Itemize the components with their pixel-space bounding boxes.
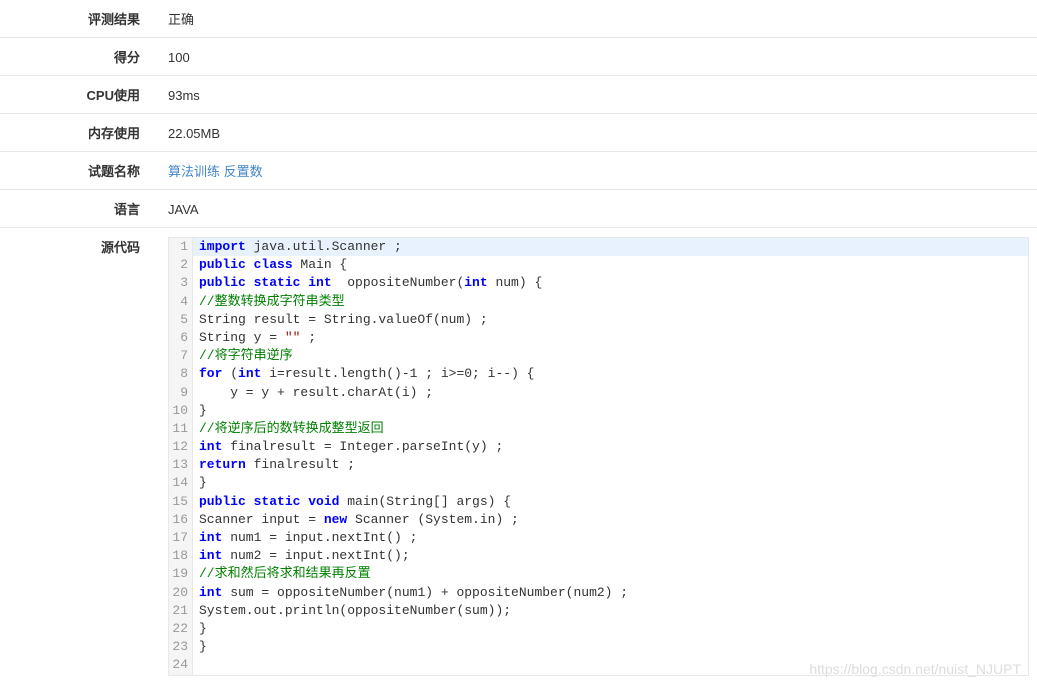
line-content: //求和然后将求和结果再反置 [193,565,1028,583]
line-content: public static int oppositeNumber(int num… [193,274,1028,292]
line-content: } [193,474,1028,492]
code-line: 15public static void main(String[] args)… [169,493,1028,511]
line-number: 1 [169,238,193,256]
line-number: 14 [169,474,193,492]
code-line: 18int num2 = input.nextInt(); [169,547,1028,565]
line-content: public class Main { [193,256,1028,274]
line-number: 17 [169,529,193,547]
code-line: 13return finalresult ; [169,456,1028,474]
score-label: 得分 [0,47,160,66]
line-number: 3 [169,274,193,292]
code-line: 19//求和然后将求和结果再反置 [169,565,1028,583]
line-number: 5 [169,311,193,329]
line-content: //将逆序后的数转换成整型返回 [193,420,1028,438]
line-number: 11 [169,420,193,438]
line-number: 2 [169,256,193,274]
line-content: int num1 = input.nextInt() ; [193,529,1028,547]
memory-row: 内存使用 22.05MB [0,114,1037,152]
line-content: int sum = oppositeNumber(num1) + opposit… [193,584,1028,602]
score-value: 100 [160,50,1037,65]
code-line: 2public class Main { [169,256,1028,274]
code-line: 6String y = "" ; [169,329,1028,347]
code-line: 16Scanner input = new Scanner (System.in… [169,511,1028,529]
line-number: 10 [169,402,193,420]
code-line: 8for (int i=result.length()-1 ; i>=0; i-… [169,365,1028,383]
source-row: 源代码 1import java.util.Scanner ;2public c… [0,228,1037,685]
code-line: 22} [169,620,1028,638]
line-content: int finalresult = Integer.parseInt(y) ; [193,438,1028,456]
code-line: 17int num1 = input.nextInt() ; [169,529,1028,547]
line-content: for (int i=result.length()-1 ; i>=0; i--… [193,365,1028,383]
line-number: 18 [169,547,193,565]
code-line: 10} [169,402,1028,420]
line-content: Scanner input = new Scanner (System.in) … [193,511,1028,529]
line-content: } [193,620,1028,638]
line-content: } [193,638,1028,656]
result-value: 正确 [160,9,1037,28]
code-line: 5String result = String.valueOf(num) ; [169,311,1028,329]
code-line: 20int sum = oppositeNumber(num1) + oppos… [169,584,1028,602]
code-line: 23} [169,638,1028,656]
code-line: 14} [169,474,1028,492]
line-number: 15 [169,493,193,511]
line-number: 20 [169,584,193,602]
line-content: //整数转换成字符串类型 [193,293,1028,311]
problem-link[interactable]: 算法训练 反置数 [160,161,1037,180]
line-number: 19 [169,565,193,583]
line-number: 4 [169,293,193,311]
line-number: 12 [169,438,193,456]
line-content: y = y + result.charAt(i) ; [193,384,1028,402]
cpu-row: CPU使用 93ms [0,76,1037,114]
code-line: 21System.out.println(oppositeNumber(sum)… [169,602,1028,620]
code-line: 7//将字符串逆序 [169,347,1028,365]
language-label: 语言 [0,199,160,218]
line-number: 24 [169,656,193,674]
code-line: 3public static int oppositeNumber(int nu… [169,274,1028,292]
line-content: String result = String.valueOf(num) ; [193,311,1028,329]
language-row: 语言 JAVA [0,190,1037,228]
line-number: 23 [169,638,193,656]
line-number: 9 [169,384,193,402]
code-line: 4//整数转换成字符串类型 [169,293,1028,311]
line-number: 22 [169,620,193,638]
line-content: //将字符串逆序 [193,347,1028,365]
watermark: https://blog.csdn.net/nuist_NJUPT [809,661,1021,677]
memory-label: 内存使用 [0,123,160,142]
line-number: 6 [169,329,193,347]
line-content: return finalresult ; [193,456,1028,474]
line-number: 8 [169,365,193,383]
cpu-value: 93ms [160,88,1037,103]
source-label: 源代码 [0,237,160,256]
problem-row: 试题名称 算法训练 反置数 [0,152,1037,190]
line-number: 7 [169,347,193,365]
line-content: public static void main(String[] args) { [193,493,1028,511]
line-number: 21 [169,602,193,620]
line-content: System.out.println(oppositeNumber(sum)); [193,602,1028,620]
code-line: 1import java.util.Scanner ; [169,238,1028,256]
line-content: int num2 = input.nextInt(); [193,547,1028,565]
score-row: 得分 100 [0,38,1037,76]
code-block[interactable]: 1import java.util.Scanner ;2public class… [168,237,1029,676]
line-content: String y = "" ; [193,329,1028,347]
cpu-label: CPU使用 [0,85,160,104]
problem-label: 试题名称 [0,161,160,180]
line-number: 16 [169,511,193,529]
line-content: import java.util.Scanner ; [193,238,1028,256]
line-number: 13 [169,456,193,474]
memory-value: 22.05MB [160,126,1037,141]
result-label: 评测结果 [0,9,160,28]
code-line: 11//将逆序后的数转换成整型返回 [169,420,1028,438]
code-line: 12int finalresult = Integer.parseInt(y) … [169,438,1028,456]
language-value: JAVA [160,202,1037,217]
result-row: 评测结果 正确 [0,0,1037,38]
code-line: 9 y = y + result.charAt(i) ; [169,384,1028,402]
line-content: } [193,402,1028,420]
